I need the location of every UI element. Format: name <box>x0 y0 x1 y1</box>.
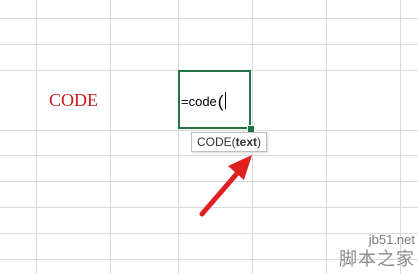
watermark: jb51.net 脚本之家 <box>325 232 418 274</box>
watermark-site: jb51.net <box>368 232 415 247</box>
watermark-brand: 脚本之家 <box>339 249 415 269</box>
